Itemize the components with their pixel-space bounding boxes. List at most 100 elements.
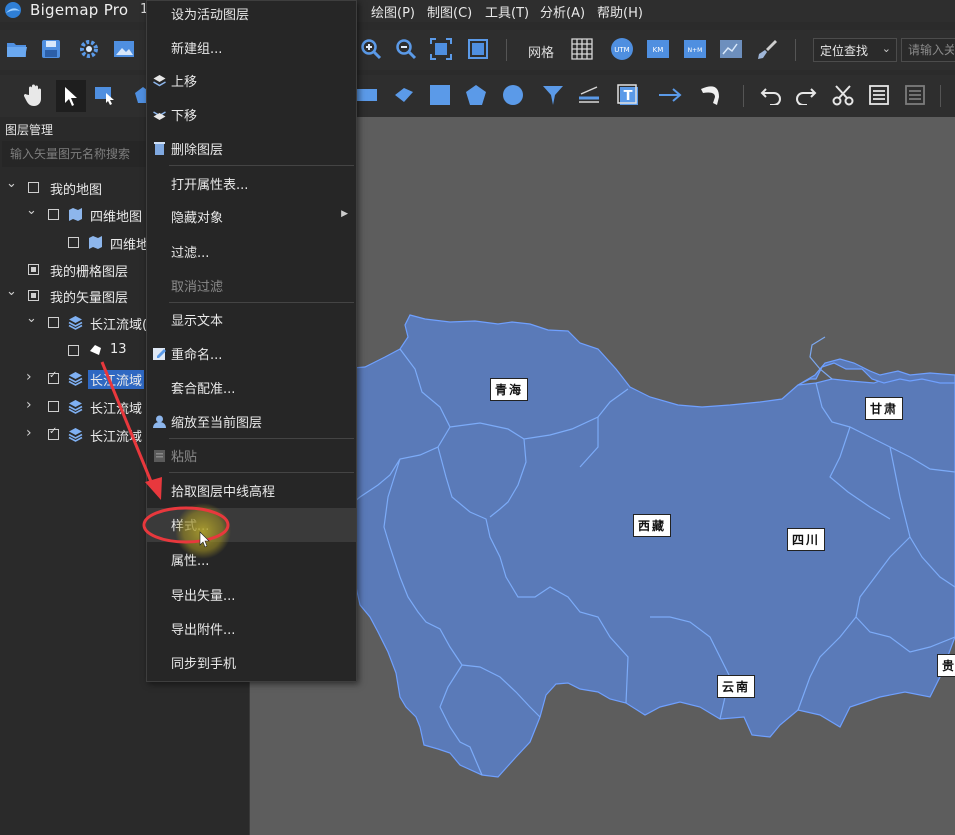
context-menu-item[interactable]: 导出矢量...: [147, 578, 356, 612]
context-menu-label: 套合配准...: [171, 382, 236, 397]
context-menu-label: 属性...: [171, 554, 210, 569]
km-icon[interactable]: KM: [645, 36, 671, 62]
layer-visibility-checkbox[interactable]: [28, 290, 39, 301]
context-menu-item[interactable]: 样式...: [147, 508, 356, 542]
layer-visibility-checkbox[interactable]: [28, 182, 39, 193]
layer-visibility-checkbox[interactable]: [48, 209, 59, 220]
menu-tools[interactable]: 工具(T): [485, 2, 529, 21]
context-menu-item[interactable]: 打开属性表...: [147, 167, 356, 201]
menu-cartography[interactable]: 制图(C): [427, 2, 472, 21]
context-menu-item[interactable]: 拾取图层中线高程: [147, 474, 356, 508]
locate-search-select[interactable]: 定位查找 ⌄: [813, 38, 897, 62]
save-icon[interactable]: [38, 36, 64, 62]
select-arrow-icon[interactable]: [56, 80, 86, 112]
layer-tree-label: 我的矢量图层: [50, 291, 129, 306]
context-menu-label: 过滤...: [171, 246, 210, 261]
chevron-right-icon[interactable]: ›: [26, 397, 32, 413]
zoom-in-icon[interactable]: [358, 36, 384, 62]
context-menu-label: 上移: [171, 75, 198, 90]
chevron-down-icon: ⌄: [881, 42, 891, 55]
chevron-down-icon[interactable]: ⌄: [6, 284, 17, 299]
undo-icon[interactable]: [758, 82, 784, 108]
layer-visibility-checkbox[interactable]: [48, 317, 59, 328]
layer-visibility-checkbox[interactable]: [48, 401, 59, 412]
region-label-gansu: 甘肃: [865, 397, 904, 420]
full-extent-icon[interactable]: [428, 36, 454, 62]
settings-gear-icon[interactable]: [76, 36, 102, 62]
context-menu-item[interactable]: 导出附件...: [147, 612, 356, 646]
layer-visibility-checkbox[interactable]: [48, 426, 59, 440]
chevron-down-icon[interactable]: ⌄: [6, 176, 17, 191]
context-menu-label: 打开属性表...: [171, 178, 249, 193]
arrow-right-icon[interactable]: [658, 82, 684, 108]
fit-extent-icon[interactable]: [465, 36, 491, 62]
drawing-toolbar: T: [0, 75, 955, 117]
select-rect-icon[interactable]: [92, 82, 118, 108]
map-icon: [88, 235, 103, 250]
context-menu-separator: [169, 472, 354, 473]
layer-visibility-checkbox[interactable]: [68, 345, 79, 356]
nm-grid-icon[interactable]: N+M: [682, 36, 708, 62]
open-folder-icon[interactable]: [4, 36, 30, 62]
layer-visibility-checkbox[interactable]: [48, 370, 59, 384]
context-menu-item[interactable]: 隐藏对象 ▶: [147, 200, 356, 234]
scissors-icon[interactable]: [830, 82, 856, 108]
list-icon[interactable]: [866, 82, 892, 108]
basin-polygon[interactable]: [251, 314, 955, 778]
redo-icon[interactable]: [793, 82, 819, 108]
context-menu-label: 删除图层: [171, 143, 224, 158]
menu-help[interactable]: 帮助(H): [597, 2, 643, 21]
curve-icon[interactable]: [698, 82, 724, 108]
square-icon[interactable]: [427, 82, 453, 108]
context-menu-label: 导出附件...: [171, 623, 236, 638]
chevron-right-icon[interactable]: ›: [26, 369, 32, 385]
map-icon[interactable]: [718, 36, 744, 62]
context-menu-item[interactable]: 显示文本: [147, 303, 356, 337]
funnel-icon[interactable]: [540, 82, 566, 108]
chevron-right-icon[interactable]: ›: [26, 425, 32, 441]
context-menu-item[interactable]: 下移: [147, 98, 356, 132]
zoom-out-icon[interactable]: [393, 36, 419, 62]
context-menu-label: 粘贴: [171, 450, 198, 465]
list-alt-icon[interactable]: [902, 82, 928, 108]
layer-visibility-checkbox[interactable]: [68, 237, 79, 248]
context-menu-item[interactable]: 套合配准...: [147, 371, 356, 405]
context-menu-item[interactable]: 删除图层: [147, 132, 356, 166]
menu-draw[interactable]: 绘图(P): [371, 2, 415, 21]
address-search-input[interactable]: [901, 38, 955, 62]
brush-icon[interactable]: [755, 36, 781, 62]
context-menu-item[interactable]: 新建组...: [147, 31, 356, 65]
context-menu-item[interactable]: 缩放至当前图层: [147, 405, 356, 439]
context-menu-item[interactable]: 过滤...: [147, 235, 356, 269]
rectangle-icon[interactable]: [354, 82, 380, 108]
app-window: Bigemap Pro 1 绘图(P) 制图(C) 工具(T) 分析(A) 帮助…: [0, 0, 955, 835]
pan-hand-icon[interactable]: [22, 82, 48, 108]
region-label-yunnan: 云南: [717, 675, 756, 698]
bigemap-logo-icon: [5, 2, 21, 18]
utm-icon[interactable]: UTM: [609, 36, 635, 62]
layer-tree-label: 长江流域: [88, 370, 145, 389]
context-menu-label: 取消过滤: [171, 280, 224, 295]
context-menu-item[interactable]: 属性...: [147, 543, 356, 577]
text-icon[interactable]: T: [615, 82, 641, 108]
layer-visibility-checkbox[interactable]: [28, 264, 39, 275]
context-menu-item[interactable]: 重命名...: [147, 337, 356, 371]
grid-label: 网格: [528, 46, 555, 61]
layer-context-menu: 设为活动图层新建组... 上移下移删除图层打开属性表... 隐藏对象 ▶ 过滤... 取消…: [146, 0, 357, 682]
chevron-down-icon[interactable]: ⌄: [26, 203, 37, 218]
chevron-down-icon[interactable]: ⌄: [26, 311, 37, 326]
diamond-icon[interactable]: [391, 82, 417, 108]
context-menu-item[interactable]: 上移: [147, 64, 356, 98]
context-menu-item[interactable]: 同步到手机: [147, 646, 356, 680]
image-icon[interactable]: [111, 36, 137, 62]
layer-tree-label: 长江流域: [90, 430, 143, 445]
context-menu-label: 新建组...: [171, 42, 223, 57]
context-menu-item[interactable]: 设为活动图层: [147, 0, 356, 31]
circle-icon[interactable]: [500, 82, 526, 108]
pentagon-icon[interactable]: [463, 82, 489, 108]
menu-analysis[interactable]: 分析(A): [540, 2, 585, 21]
context-menu-item: 粘贴: [147, 439, 356, 473]
grid-icon[interactable]: [569, 36, 595, 62]
measure-line-icon[interactable]: [576, 82, 602, 108]
nm-badge-text: N+M: [688, 47, 703, 54]
